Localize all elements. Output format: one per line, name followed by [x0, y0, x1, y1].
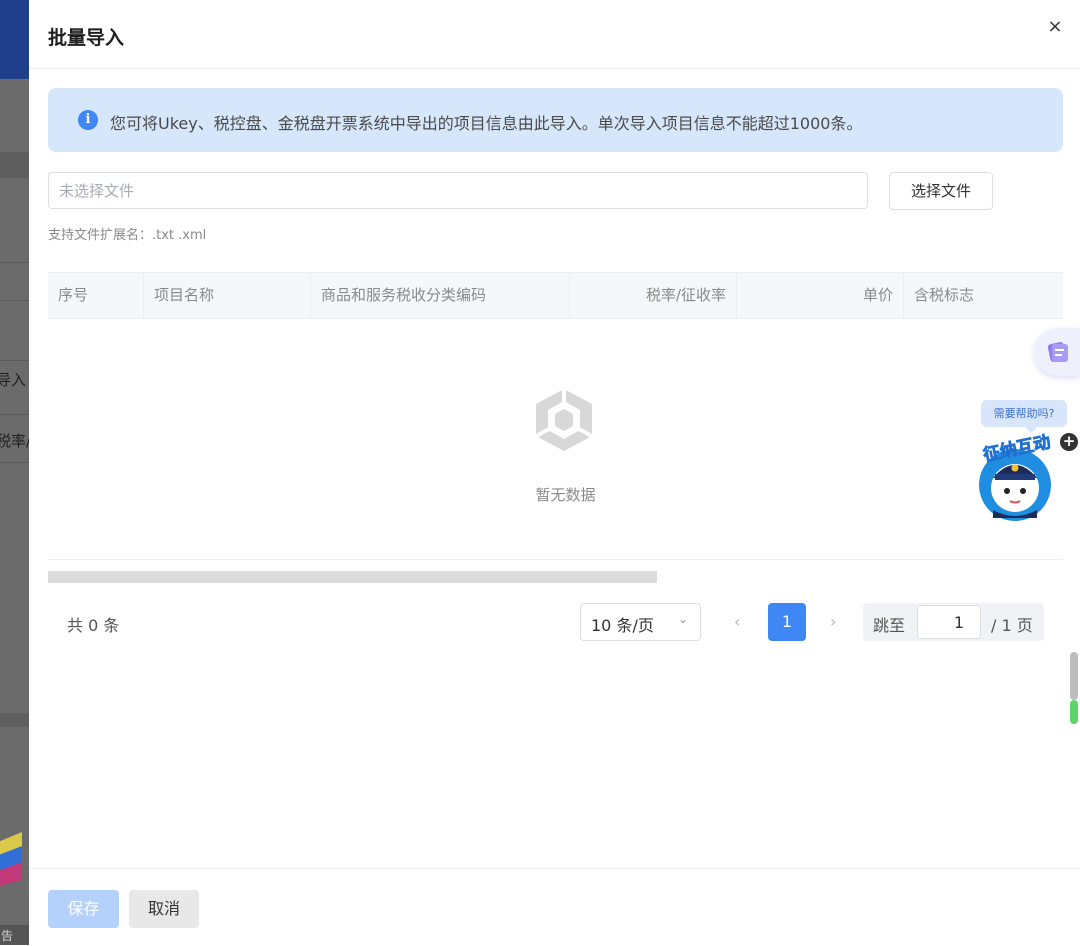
table-empty-state: 暂无数据 — [48, 319, 1063, 560]
file-extension-hint: 支持文件扩展名：.txt .xml — [48, 228, 207, 243]
background-band — [0, 713, 29, 727]
column-header-tax-included[interactable]: 含税标志 — [904, 273, 1063, 318]
background-band — [0, 152, 29, 178]
feedback-side-tab[interactable] — [1034, 328, 1080, 376]
drawer-header: 批量导入 × — [29, 0, 1080, 69]
drawer-title: 批量导入 — [48, 27, 125, 49]
page-number-current[interactable]: 1 — [768, 603, 806, 641]
tax-assistant-avatar-icon[interactable]: 征纳互动 — [973, 430, 1063, 522]
batch-import-drawer: 批量导入 × i 您可将Ukey、税控盘、金税盘开票系统中导出的项目信息由此导入… — [29, 0, 1080, 945]
background-divider — [0, 462, 29, 463]
background-divider — [0, 300, 29, 301]
help-bubble[interactable]: 需要帮助吗? — [981, 400, 1067, 433]
background-illustration — [0, 832, 22, 886]
background-divider — [0, 360, 29, 361]
save-button[interactable]: 保存 — [48, 890, 119, 928]
jump-page-input[interactable] — [917, 605, 981, 639]
cancel-button[interactable]: 取消 — [129, 890, 199, 928]
column-header-tax-code[interactable]: 商品和服务税收分类编码 — [311, 273, 570, 318]
page-size-select[interactable]: 10 条/页 ⌄ — [580, 603, 701, 641]
empty-text: 暂无数据 — [535, 486, 596, 504]
close-button[interactable]: × — [1044, 16, 1066, 38]
column-header-index[interactable]: 序号 — [48, 273, 144, 318]
background-text: 税率/ — [0, 432, 29, 450]
expand-helper-button[interactable]: + — [1060, 433, 1078, 451]
background-page: 导入 税率/ 告 — [0, 0, 29, 945]
chevron-down-icon: ⌄ — [677, 612, 688, 626]
background-header — [0, 0, 29, 79]
import-items-table: 序号 项目名称 商品和服务税收分类编码 税率/征收率 单价 含税标志 暂无数据 — [48, 272, 1063, 560]
background-footer: 告 — [0, 925, 29, 945]
total-pages: / 1 页 — [991, 616, 1033, 635]
scrollbar-thumb[interactable] — [1070, 652, 1078, 700]
page-size-value: 10 条/页 — [591, 616, 654, 635]
background-divider — [0, 262, 29, 263]
column-header-tax-rate[interactable]: 税率/征收率 — [570, 273, 737, 318]
info-icon: i — [78, 110, 98, 130]
drawer-footer: 保存 取消 — [29, 868, 1080, 946]
prev-page-button[interactable]: ‹ — [734, 612, 740, 631]
jump-to-page: 跳至 / 1 页 — [863, 603, 1044, 641]
next-page-button[interactable]: › — [830, 612, 836, 631]
notice-text: 您可将Ukey、税控盘、金税盘开票系统中导出的项目信息由此导入。单次导入项目信息… — [110, 114, 863, 133]
jump-label: 跳至 — [873, 616, 906, 635]
empty-box-icon — [535, 389, 593, 451]
background-divider — [0, 414, 29, 415]
table-header: 序号 项目名称 商品和服务税收分类编码 税率/征收率 单价 含税标志 — [48, 272, 1063, 319]
background-text: 导入 — [0, 371, 27, 389]
chat-cards-icon — [1047, 342, 1068, 362]
info-notice: i 您可将Ukey、税控盘、金税盘开票系统中导出的项目信息由此导入。单次导入项目… — [48, 88, 1063, 152]
file-name-input[interactable] — [48, 172, 868, 209]
vertical-scrollbar[interactable] — [1070, 652, 1078, 724]
choose-file-button[interactable]: 选择文件 — [889, 172, 993, 210]
scrollbar-indicator — [1070, 700, 1078, 724]
column-header-item-name[interactable]: 项目名称 — [144, 273, 311, 318]
total-count: 共 0 条 — [67, 616, 120, 635]
horizontal-scrollbar[interactable] — [48, 571, 657, 583]
column-header-unit-price[interactable]: 单价 — [737, 273, 904, 318]
